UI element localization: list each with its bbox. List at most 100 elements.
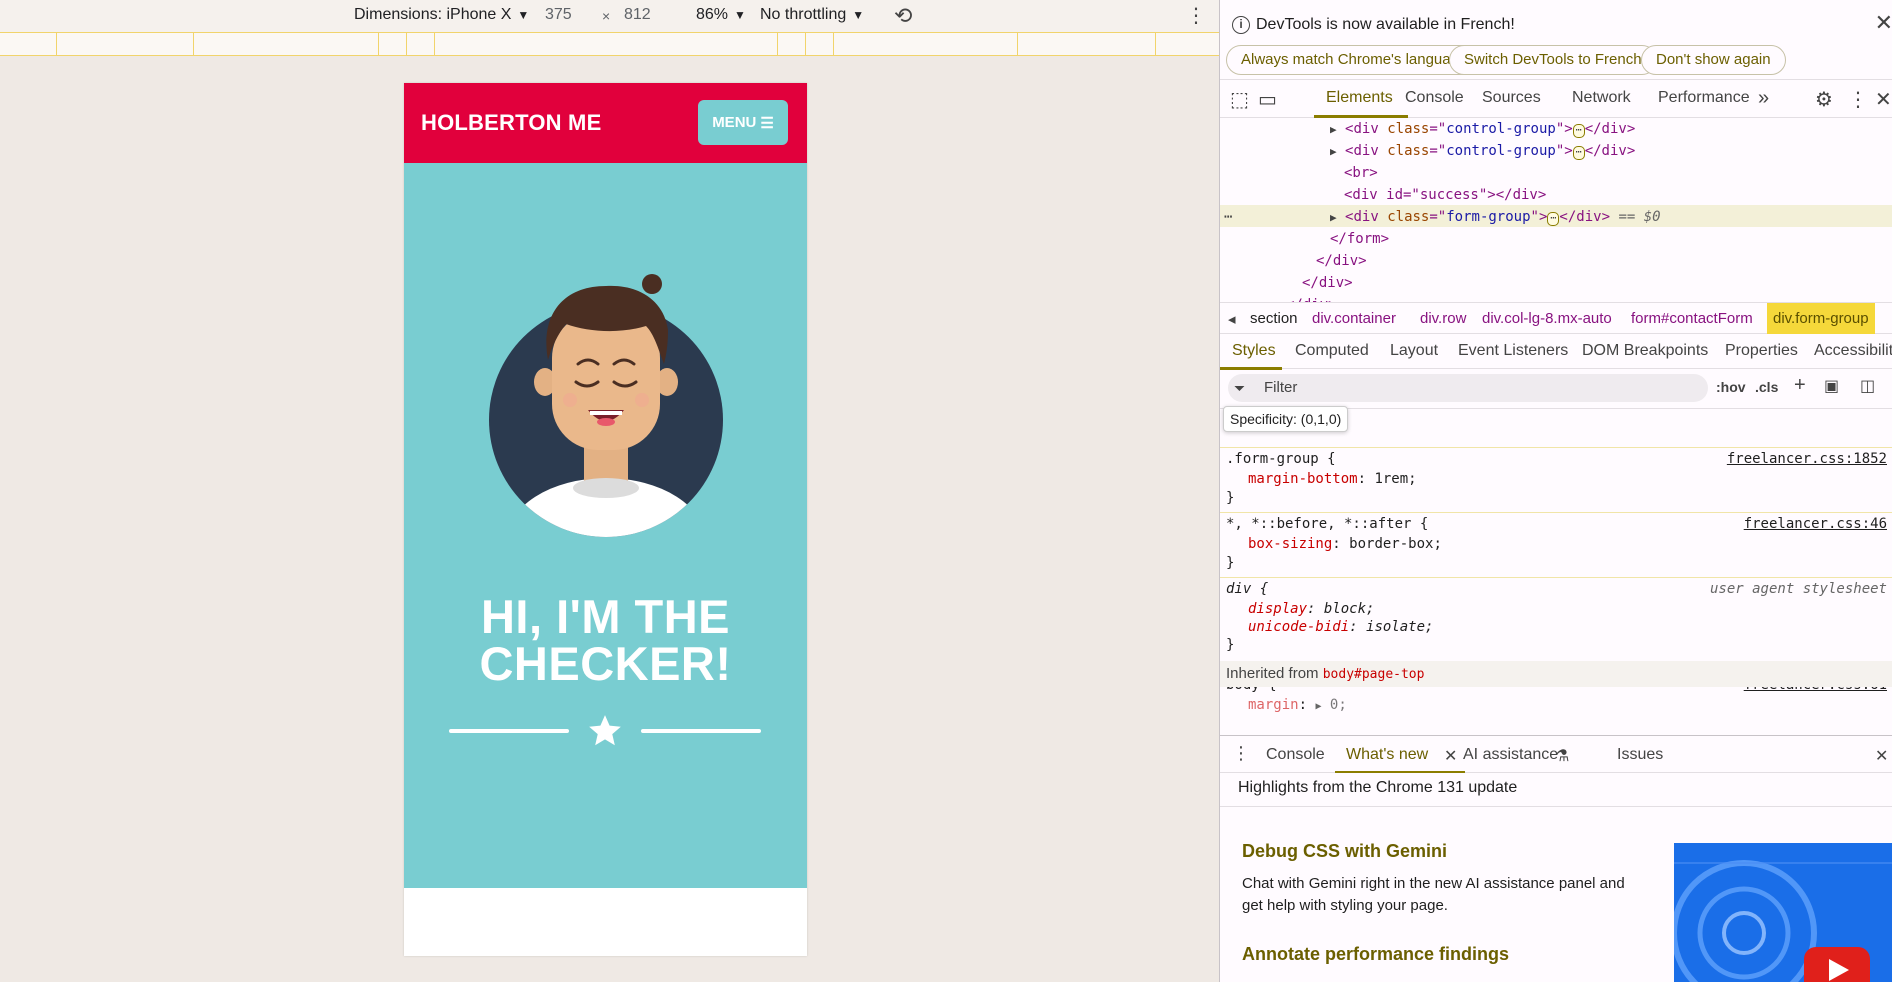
throttling-dropdown[interactable]: No throttling ▼ (760, 6, 864, 24)
more-options-icon[interactable]: ⋯ (1224, 206, 1232, 228)
close-icon[interactable]: ✕ (1875, 87, 1892, 112)
rule-selector[interactable]: .form-group { (1226, 451, 1336, 467)
tab-drawer-console[interactable]: Console (1266, 746, 1325, 764)
ruler-tick (805, 33, 806, 55)
switch-to-french-button[interactable]: Switch DevTools to French (1449, 45, 1657, 75)
css-declaration[interactable]: margin: ▶ 0; (1248, 697, 1347, 713)
dom-node[interactable]: </div> (1302, 272, 1353, 294)
times-sign: × (602, 8, 611, 24)
filter-input[interactable]: Filter (1228, 374, 1708, 402)
tab-ai-assistance[interactable]: AI assistance (1463, 746, 1558, 764)
emulated-viewport: HOLBERTON ME MENU ☰ HI, I'M THE CHECKER! (404, 83, 807, 956)
tab-accessibility[interactable]: Accessibility (1814, 342, 1892, 360)
close-icon[interactable]: ✕ (1444, 746, 1457, 766)
divider-line-right (641, 729, 761, 733)
breadcrumb-item[interactable]: div.container (1312, 310, 1396, 327)
breadcrumb-scroll-left-icon[interactable]: ◂ (1228, 310, 1236, 328)
hover-state-toggle[interactable]: :hov (1716, 379, 1746, 395)
rotate-icon[interactable]: ⟲ (894, 3, 912, 29)
css-declaration[interactable]: box-sizing: border-box; (1248, 536, 1442, 552)
dom-node[interactable]: </div> (1286, 294, 1337, 302)
infobar-message: DevTools is now available in French! (1256, 16, 1515, 33)
dom-node-selected[interactable]: ▶ <div class="form-group"> ⋯ </div> == $0 (1330, 206, 1661, 228)
tab-issues[interactable]: Issues (1617, 746, 1663, 764)
dom-node[interactable]: <br> (1344, 162, 1378, 184)
ruler-tick (1017, 33, 1018, 55)
breadcrumb-item[interactable]: section (1250, 310, 1298, 327)
dom-node[interactable]: </div> (1316, 250, 1367, 272)
star-icon (589, 715, 621, 746)
more-options-icon[interactable]: ⋮ (1186, 3, 1206, 28)
feature-heading[interactable]: Debug CSS with Gemini (1242, 841, 1447, 862)
tab-computed[interactable]: Computed (1295, 342, 1369, 360)
hero-section: HI, I'M THE CHECKER! (404, 163, 807, 888)
divider-line-left (449, 729, 569, 733)
device-height-input[interactable]: 812 (624, 6, 651, 24)
devtools-main-tabs: ⬚ ▭ Elements Console Sources Network Per… (1220, 80, 1892, 118)
breadcrumb: ◂ section div.container div.row div.col-… (1220, 302, 1892, 334)
tab-styles[interactable]: Styles (1232, 342, 1276, 360)
inherited-element-link[interactable]: body#page-top (1323, 667, 1425, 682)
inherited-from-header: Inherited from body#page-top (1220, 661, 1892, 687)
match-language-button[interactable]: Always match Chrome's language (1226, 45, 1483, 75)
breadcrumb-item[interactable]: form#contactForm (1631, 310, 1753, 327)
breadcrumb-item-active[interactable]: div.form-group (1767, 303, 1875, 334)
inspect-element-icon[interactable]: ⬚ (1230, 87, 1249, 112)
ruler-tick (378, 33, 379, 55)
avatar (489, 274, 723, 537)
star-divider (449, 710, 761, 750)
tab-console[interactable]: Console (1405, 89, 1464, 107)
css-declaration[interactable]: display: block; (1248, 601, 1374, 617)
device-toggle-icon[interactable]: ▭ (1258, 87, 1277, 112)
site-navbar: HOLBERTON ME MENU ☰ (404, 83, 807, 163)
source-link[interactable]: freelancer.css:46 (1744, 516, 1887, 532)
dom-node[interactable]: ▶ <div class="control-group"> ⋯ </div> (1330, 140, 1635, 162)
dont-show-again-button[interactable]: Don't show again (1641, 45, 1786, 75)
tab-event-listeners[interactable]: Event Listeners (1458, 342, 1568, 360)
tab-network[interactable]: Network (1572, 89, 1631, 107)
styles-subtabs: Styles Computed Layout Event Listeners D… (1220, 335, 1892, 370)
css-declaration[interactable]: margin-bottom: 1rem; (1248, 471, 1417, 487)
paint-icon[interactable]: ▣ (1824, 376, 1839, 396)
zoom-dropdown[interactable]: 86% ▼ (696, 6, 746, 24)
tab-sources[interactable]: Sources (1482, 89, 1541, 107)
rule-selector[interactable]: div { (1226, 581, 1268, 597)
menu-button[interactable]: MENU ☰ (698, 100, 788, 145)
highlights-heading: Highlights from the Chrome 131 update (1238, 779, 1518, 796)
media-query-ruler[interactable] (0, 32, 1219, 56)
gear-icon[interactable]: ⚙ (1815, 87, 1833, 112)
tab-whats-new[interactable]: What's new (1346, 746, 1428, 764)
close-icon[interactable]: ✕ (1875, 10, 1892, 36)
device-emulation-area: Dimensions: iPhone X ▼ 375 × 812 86% ▼ N… (0, 0, 1219, 982)
dom-tree: ▶ <div class="control-group"> ⋯ </div> ▶ <… (1220, 118, 1892, 302)
dom-node[interactable]: </form> (1330, 228, 1389, 250)
breadcrumb-item[interactable]: div.col-lg-8.mx-auto (1482, 310, 1612, 327)
device-dimensions-dropdown[interactable]: Dimensions: iPhone X ▼ (354, 6, 529, 24)
dom-node[interactable]: <div id="success"></div> (1344, 184, 1546, 206)
tab-dom-breakpoints[interactable]: DOM Breakpoints (1582, 342, 1708, 360)
info-icon: i (1232, 16, 1250, 34)
feature-heading[interactable]: Annotate performance findings (1242, 944, 1509, 965)
ruler-tick (777, 33, 778, 55)
close-drawer-icon[interactable]: ✕ (1875, 746, 1888, 766)
class-toggle[interactable]: .cls (1755, 379, 1778, 395)
source-link[interactable]: freelancer.css:1852 (1727, 451, 1887, 467)
tab-properties[interactable]: Properties (1725, 342, 1798, 360)
site-brand[interactable]: HOLBERTON ME (421, 110, 601, 136)
tab-elements[interactable]: Elements (1326, 89, 1393, 107)
ruler-tick (833, 33, 834, 55)
more-tabs-icon[interactable]: » (1758, 87, 1769, 110)
dom-node[interactable]: ▶ <div class="control-group"> ⋯ </div> (1330, 118, 1635, 140)
tab-layout[interactable]: Layout (1390, 342, 1438, 360)
tab-performance[interactable]: Performance (1658, 89, 1750, 107)
ruler-tick (1155, 33, 1156, 55)
breadcrumb-item[interactable]: div.row (1420, 310, 1466, 327)
video-thumbnail[interactable] (1674, 843, 1892, 982)
sidebar-toggle-icon[interactable]: ◫ (1860, 376, 1875, 396)
rule-selector[interactable]: *, *::before, *::after { (1226, 516, 1428, 532)
add-rule-icon[interactable]: + (1794, 374, 1806, 397)
css-declaration[interactable]: unicode-bidi: isolate; (1248, 619, 1433, 635)
drawer-menu-icon[interactable]: ⋮ (1232, 743, 1250, 764)
more-options-icon[interactable]: ⋮ (1848, 87, 1868, 112)
device-width-input[interactable]: 375 (545, 6, 572, 24)
